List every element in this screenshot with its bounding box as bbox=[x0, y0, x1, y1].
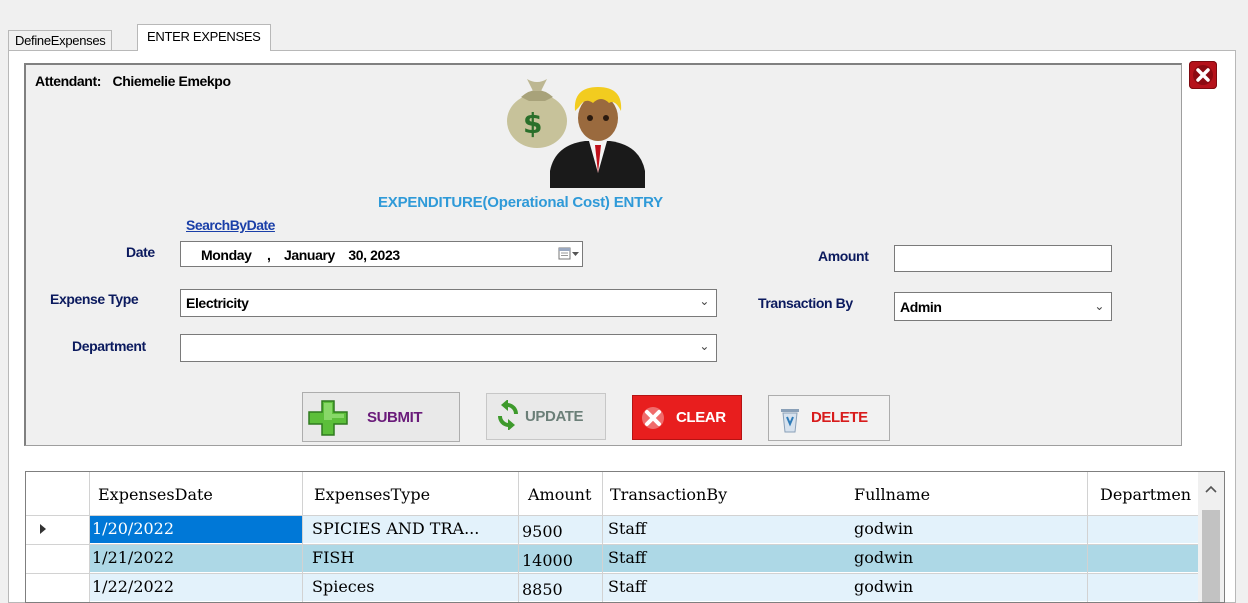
date-sep: , bbox=[267, 247, 271, 263]
scrollbar-thumb[interactable] bbox=[1202, 510, 1220, 602]
cell-fullname: godwin bbox=[854, 519, 914, 538]
submit-button[interactable]: SUBMIT bbox=[302, 392, 460, 442]
calendar-dropdown-icon[interactable] bbox=[558, 247, 580, 261]
clear-label: CLEAR bbox=[676, 409, 726, 426]
cell-date: 1/20/2022 bbox=[92, 519, 175, 538]
cell-amount: 9500 bbox=[522, 522, 563, 541]
refresh-icon bbox=[495, 399, 521, 434]
table-row[interactable]: 1/21/2022 FISH 14000 Staff godwin bbox=[26, 544, 1198, 572]
cell-transaction-by: Staff bbox=[608, 548, 647, 567]
chevron-down-icon: ⌄ bbox=[1094, 299, 1104, 313]
table-row[interactable]: 1/20/2022 SPICIES AND TRA... 9500 Staff … bbox=[26, 515, 1198, 543]
transaction-by-select[interactable]: Admin ⌄ bbox=[894, 292, 1112, 321]
submit-label: SUBMIT bbox=[367, 409, 423, 426]
money-bag-person-icon: $ bbox=[495, 73, 655, 188]
attendant-info: Attendant: Chiemelie Emekpo bbox=[35, 73, 231, 89]
amount-input[interactable] bbox=[894, 245, 1112, 272]
cell-transaction-by: Staff bbox=[608, 519, 647, 538]
cell-amount: 8850 bbox=[522, 580, 563, 599]
date-label: Date bbox=[126, 244, 155, 260]
expense-type-label: Expense Type bbox=[50, 291, 139, 307]
search-by-date-link[interactable]: SearchByDate bbox=[186, 217, 275, 233]
tab-define-expenses[interactable]: DefineExpenses bbox=[8, 30, 113, 50]
update-label: UPDATE bbox=[525, 408, 584, 425]
transaction-by-value: Admin bbox=[900, 299, 942, 315]
cell-amount: 14000 bbox=[522, 551, 573, 570]
chevron-down-icon: ⌄ bbox=[699, 339, 709, 353]
cell-type: SPICIES AND TRA... bbox=[312, 519, 480, 538]
vertical-scrollbar[interactable] bbox=[1198, 472, 1224, 602]
plus-icon bbox=[307, 399, 349, 441]
cell-fullname: godwin bbox=[854, 548, 914, 567]
trash-icon bbox=[778, 404, 802, 438]
row-pointer-icon bbox=[40, 524, 46, 534]
cell-fullname: godwin bbox=[854, 577, 914, 596]
table-row[interactable]: 1/22/2022 Spieces 8850 Staff godwin bbox=[26, 573, 1198, 602]
close-icon[interactable] bbox=[1189, 61, 1217, 89]
date-day: Monday bbox=[201, 247, 252, 263]
attendant-label: Attendant: bbox=[35, 73, 101, 89]
x-icon bbox=[640, 405, 666, 435]
column-header-amount[interactable]: Amount bbox=[528, 485, 591, 504]
clear-button[interactable]: CLEAR bbox=[632, 395, 742, 440]
update-button[interactable]: UPDATE bbox=[486, 393, 606, 440]
chevron-down-icon: ⌄ bbox=[699, 294, 709, 308]
department-select[interactable]: ⌄ bbox=[180, 334, 717, 362]
cell-transaction-by: Staff bbox=[608, 577, 647, 596]
cell-type: Spieces bbox=[312, 577, 375, 596]
department-label: Department bbox=[72, 338, 146, 354]
date-month: January bbox=[284, 247, 335, 263]
expenses-grid[interactable]: ExpensesDate ExpensesType Amount Transac… bbox=[25, 471, 1225, 603]
expense-type-value: Electricity bbox=[186, 295, 249, 311]
amount-label: Amount bbox=[818, 248, 869, 264]
attendant-name: Chiemelie Emekpo bbox=[112, 73, 231, 89]
date-daynum: 30, bbox=[348, 247, 367, 263]
column-header-department[interactable]: Departmen bbox=[1100, 485, 1191, 504]
expense-type-select[interactable]: Electricity ⌄ bbox=[180, 289, 717, 317]
column-header-expenses-type[interactable]: ExpensesType bbox=[314, 485, 430, 504]
transaction-by-label: Transaction By bbox=[758, 295, 853, 311]
date-year: 2023 bbox=[370, 247, 400, 263]
date-picker[interactable]: Monday , January 30, 2023 bbox=[180, 241, 583, 267]
svg-text:$: $ bbox=[523, 107, 542, 140]
delete-label: DELETE bbox=[811, 409, 868, 426]
cell-date: 1/21/2022 bbox=[92, 548, 175, 567]
scroll-up-icon[interactable] bbox=[1198, 472, 1224, 508]
form-title: EXPENDITURE(Operational Cost) ENTRY bbox=[378, 194, 663, 211]
column-header-fullname[interactable]: Fullname bbox=[854, 485, 930, 504]
cell-type: FISH bbox=[312, 548, 355, 567]
delete-button[interactable]: DELETE bbox=[768, 395, 890, 441]
tab-enter-expenses[interactable]: ENTER EXPENSES bbox=[137, 24, 271, 51]
cell-date: 1/22/2022 bbox=[92, 577, 175, 596]
column-header-expenses-date[interactable]: ExpensesDate bbox=[98, 485, 213, 504]
column-header-transaction-by[interactable]: TransactionBy bbox=[610, 485, 727, 504]
